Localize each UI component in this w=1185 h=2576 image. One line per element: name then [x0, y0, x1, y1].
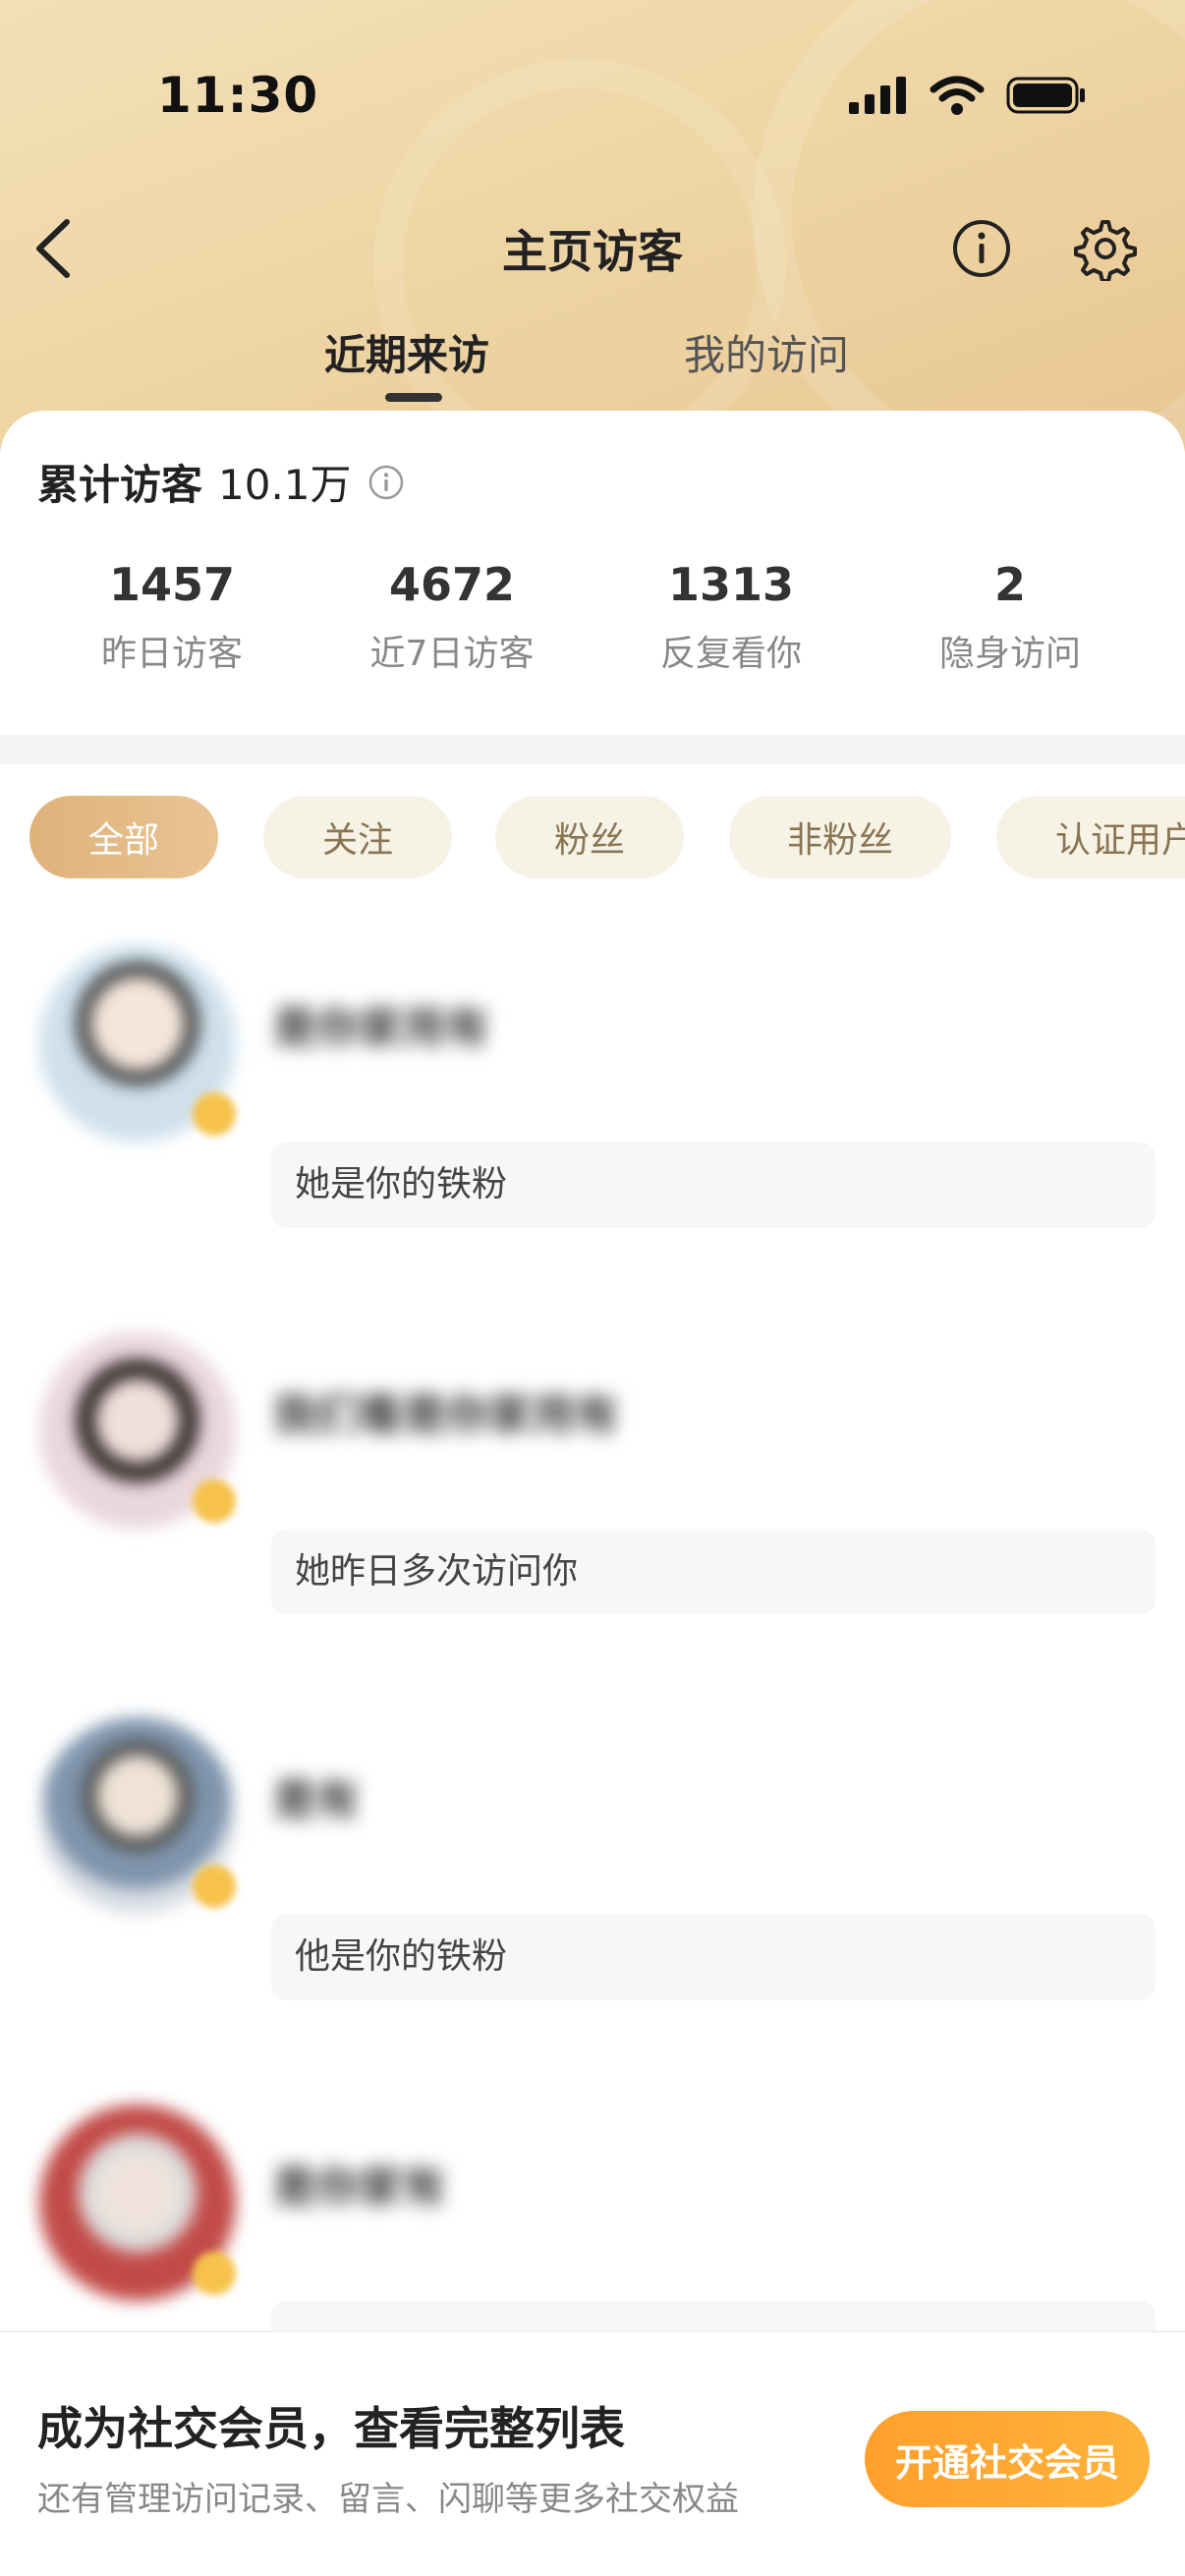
signal-icon [849, 77, 906, 114]
member-badge-icon [193, 1480, 236, 1523]
visitor-name[interactable]: 是有 [273, 1764, 360, 1827]
member-badge-icon [193, 1092, 236, 1136]
member-badge-icon [193, 2252, 236, 2295]
info-small-icon[interactable] [367, 464, 405, 501]
stat-value: 4672 [388, 558, 516, 611]
stat-label: 隐身访问 [938, 634, 1081, 674]
status-time: 11:30 [157, 67, 319, 124]
visitor-name[interactable]: 我们看是你家用有 [273, 1379, 619, 1442]
settings-gear-icon[interactable] [1073, 216, 1138, 281]
membership-promo-bar: 成为社交会员，查看完整列表 还有管理访问记录、留言、闪聊等更多社交权益 开通社交… [0, 2330, 1185, 2576]
tab-my-visits[interactable]: 我的访问 [684, 322, 849, 382]
section-divider [0, 735, 1185, 764]
open-membership-button[interactable]: 开通社交会员 [865, 2411, 1150, 2507]
stat-label: 反复看你 [659, 634, 802, 674]
promo-title: 成为社交会员，查看完整列表 [37, 2402, 625, 2455]
stat-value: 1313 [667, 558, 795, 611]
wifi-icon [930, 76, 985, 115]
filter-all[interactable]: 全部 [29, 796, 218, 878]
member-badge-icon [193, 1865, 236, 1908]
total-visitors: 累计访客 10.1万 [37, 452, 405, 512]
visitor-name[interactable]: 是你家有 [273, 2152, 446, 2214]
list-item[interactable]: 我们看是你家用有 她昨日多次访问你 [0, 1332, 1185, 1656]
tab-recent-visits[interactable]: 近期来访 [324, 322, 489, 382]
filter-verified[interactable]: 认证用户 [996, 796, 1185, 878]
stat-label: 近7日访客 [369, 634, 535, 674]
list-item[interactable]: 是你家用有 她是你的铁粉 [0, 945, 1185, 1269]
filter-chips: 全部 关注 粉丝 非粉丝 认证用户 [29, 796, 1185, 878]
stat-7days[interactable]: 4672 近7日访客 [305, 558, 599, 676]
active-tab-indicator [385, 393, 442, 402]
stat-value: 1457 [108, 558, 236, 611]
visitor-name[interactable]: 是你家用有 [273, 992, 489, 1055]
stat-yesterday[interactable]: 1457 昨日访客 [25, 558, 319, 676]
visitor-note: 她是你的铁粉 [271, 1142, 1156, 1228]
visitor-note: 她昨日多次访问你 [271, 1529, 1156, 1615]
stat-label: 昨日访客 [100, 634, 243, 674]
list-item[interactable]: 是有 他是你的铁粉 [0, 1717, 1185, 2042]
total-visitors-label: 累计访客 [37, 461, 203, 509]
stat-repeat[interactable]: 1313 反复看你 [584, 558, 878, 676]
stat-invisible[interactable]: 2 隐身访问 [863, 558, 1157, 676]
info-icon[interactable] [951, 218, 1012, 279]
filter-non-fans[interactable]: 非粉丝 [729, 796, 951, 878]
visitor-note: 他是你的铁粉 [271, 1914, 1156, 2000]
filter-fans[interactable]: 粉丝 [495, 796, 684, 878]
stat-value: 2 [993, 558, 1026, 611]
status-icons [849, 71, 1087, 120]
promo-subtitle: 还有管理访问记录、留言、闪聊等更多社交权益 [37, 2480, 739, 2519]
stats-row: 1457 昨日访客 4672 近7日访客 1313 反复看你 2 隐身访问 [0, 558, 1185, 686]
total-visitors-value: 10.1万 [218, 461, 352, 509]
battery-icon [1006, 77, 1085, 114]
filter-following[interactable]: 关注 [263, 796, 452, 878]
